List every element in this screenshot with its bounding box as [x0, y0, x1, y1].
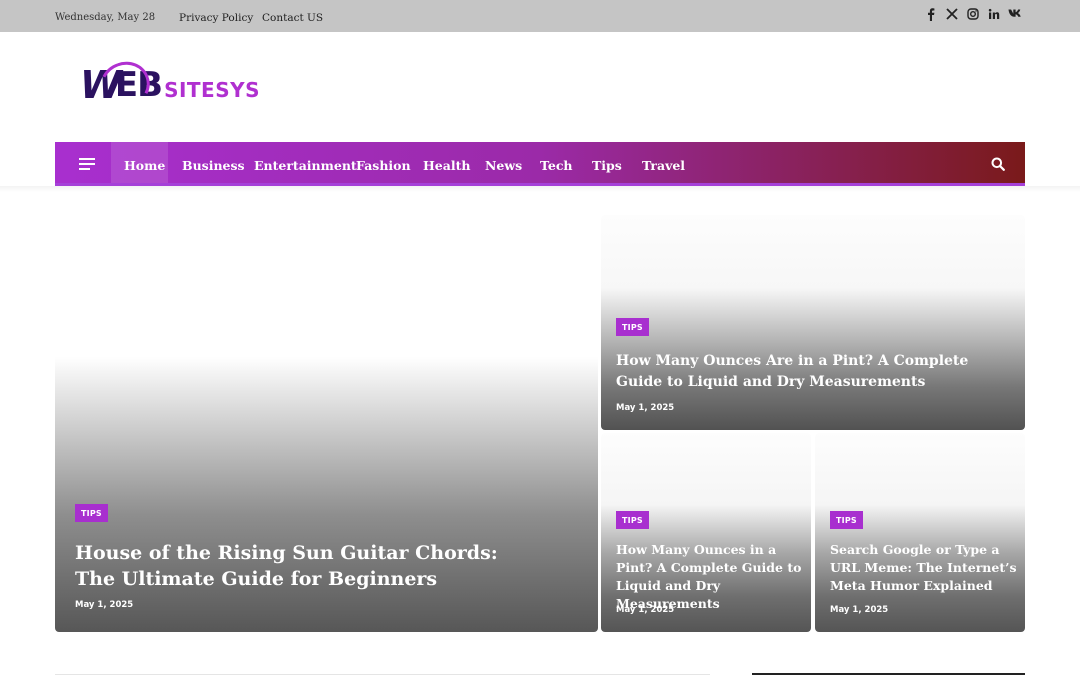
post-category-badge[interactable]: TIPS — [75, 504, 108, 522]
search-icon[interactable] — [991, 156, 1005, 171]
top-bar: Wednesday, May 28 Privacy Policy Contact… — [0, 0, 1080, 32]
contact-us-link[interactable]: Contact US — [262, 12, 323, 24]
nav-item-health[interactable]: Health — [423, 158, 470, 173]
vk-icon[interactable] — [1008, 8, 1023, 18]
featured-post-main[interactable]: TIPS House of the Rising Sun Guitar Chor… — [55, 215, 598, 632]
featured-post-small-left[interactable]: TIPS How Many Ounces in a Pint? A Comple… — [601, 433, 811, 632]
privacy-policy-link[interactable]: Privacy Policy — [179, 12, 253, 24]
nav-item-tips[interactable]: Tips — [592, 158, 622, 173]
nav-item-tech[interactable]: Tech — [540, 158, 573, 173]
x-icon[interactable] — [946, 8, 958, 20]
post-title[interactable]: How Many Ounces in a Pint? A Complete Gu… — [616, 541, 806, 613]
nav-item-home[interactable]: Home — [124, 158, 165, 173]
nav-item-entertainment[interactable]: Entertainment — [254, 158, 357, 173]
linkedin-icon[interactable] — [988, 8, 1000, 20]
site-logo[interactable]: W EB SITESYS — [80, 54, 265, 116]
post-category-badge[interactable]: TIPS — [616, 511, 649, 529]
post-date: May 1, 2025 — [75, 600, 134, 610]
post-title[interactable]: Search Google or Type a URL Meme: The In… — [830, 541, 1020, 595]
header-divider — [0, 186, 1080, 192]
nav-item-news[interactable]: News — [485, 158, 522, 173]
post-title[interactable]: House of the Rising Sun Guitar Chords: T… — [75, 540, 515, 592]
featured-post-top-right[interactable]: TIPS How Many Ounces Are in a Pint? A Co… — [601, 215, 1025, 430]
nav-item-business[interactable]: Business — [182, 158, 245, 173]
logo-wordmark-sitesys: SITESYS — [164, 78, 261, 102]
featured-post-small-right[interactable]: TIPS Search Google or Type a URL Meme: T… — [815, 433, 1025, 632]
nav-item-travel[interactable]: Travel — [642, 158, 685, 173]
facebook-icon[interactable] — [927, 8, 935, 21]
instagram-icon[interactable] — [967, 8, 979, 20]
post-category-badge[interactable]: TIPS — [616, 318, 649, 336]
post-date: May 1, 2025 — [830, 605, 889, 615]
hamburger-menu-icon[interactable] — [79, 158, 95, 170]
post-date: May 1, 2025 — [616, 605, 675, 615]
nav-item-fashion[interactable]: Fashion — [356, 158, 411, 173]
current-date: Wednesday, May 28 — [55, 12, 156, 23]
post-title[interactable]: How Many Ounces Are in a Pint? A Complet… — [616, 351, 996, 393]
post-category-badge[interactable]: TIPS — [830, 511, 863, 529]
post-date: May 1, 2025 — [616, 403, 675, 413]
main-navigation: Home Business Entertainment Fashion Heal… — [55, 142, 1025, 186]
